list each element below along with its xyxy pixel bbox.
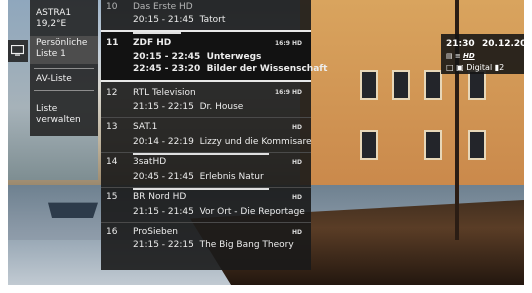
program-title: Erlebnis Natur [199, 172, 264, 182]
progress-bar [133, 188, 269, 190]
satellite-position: 19,2°E [36, 19, 67, 29]
next-program-time: 22:45 - 23:20 [133, 64, 201, 74]
channel-name: BR Nord HD [133, 192, 187, 202]
menu-item-favorites[interactable]: Persönliche Liste 1 [30, 36, 98, 64]
channel-row[interactable]: 14 3satHD HD 20:45 - 21:45 Erlebnis Natu… [101, 153, 311, 186]
channel-name: 3satHD [133, 157, 167, 167]
channel-row[interactable]: 16 ProSieben HD 21:15 - 22:15 The Big Ba… [101, 223, 311, 256]
channel-row[interactable]: 13 SAT.1 HD 20:14 - 22:19 Lizzy und die … [101, 118, 312, 151]
channel-number: 14 [106, 157, 118, 167]
channel-row[interactable]: 10 Das Erste HD 20:15 - 21:45 Tatort [101, 0, 311, 28]
menu-item-favorites-label: Persönliche Liste 1 [36, 38, 88, 59]
format-badges: HD [291, 229, 302, 236]
format-badges: 16:9 HD [274, 40, 302, 47]
menu-item-av-list[interactable]: AV-Liste [36, 74, 92, 85]
channel-name: ProSieben [133, 227, 178, 237]
dolby-icon: ▣ [456, 63, 464, 72]
program-title: Unterwegs [206, 52, 262, 62]
satellite-name: ASTRA1 [36, 8, 72, 18]
channel-name: ZDF HD [133, 38, 172, 48]
audio-row: □ ▣ Digital ▮2 [446, 63, 504, 72]
channel-number: 10 [106, 2, 118, 12]
format-badges: 16:9 HD [274, 89, 302, 96]
program-time: 21:15 - 22:15 [133, 102, 194, 112]
progress-bar [133, 32, 181, 34]
format-badges: HD [291, 159, 302, 166]
tv-icon [8, 40, 28, 62]
clock-time: 21:30 [446, 39, 475, 49]
channel-number: 11 [106, 38, 119, 48]
epg-list-icon: ≡ [454, 52, 461, 60]
channel-row[interactable]: 12 RTL Television 16:9 HD 21:15 - 22:15 … [101, 84, 311, 116]
channel-number: 15 [106, 192, 118, 202]
subtitle-icon: □ [446, 63, 454, 72]
teletext-icon: ▤ [446, 52, 453, 60]
program-time: 20:15 - 22:45 [133, 52, 201, 62]
background-building [300, 0, 532, 200]
format-badges: HD [291, 194, 302, 201]
next-program-title: Bilder der Wissenschaft [206, 64, 328, 74]
channel-number: 16 [106, 227, 118, 237]
program-time: 20:45 - 21:45 [133, 172, 194, 182]
channel-name: SAT.1 [133, 122, 158, 132]
program-title: Dr. House [199, 102, 244, 112]
program-time: 20:14 - 22:19 [133, 137, 194, 147]
channel-list: 10 Das Erste HD 20:15 - 21:45 Tatort 11 … [101, 0, 328, 270]
program-time: 20:15 - 21:45 [133, 15, 194, 25]
hd-plus-icon: HD [462, 52, 475, 60]
menu-divider [34, 90, 94, 91]
program-time: 21:15 - 21:45 [133, 207, 194, 217]
program-title: Lizzy und die Kommisare [199, 137, 312, 147]
progress-bar [133, 153, 269, 155]
program-title: Tatort [199, 15, 226, 25]
tv-screen: ASTRA1 19,2°E Persönliche Liste 1 AV-Lis… [0, 0, 532, 293]
format-badges: HD [291, 124, 302, 131]
list-menu-panel: ASTRA1 19,2°E Persönliche Liste 1 AV-Lis… [30, 0, 98, 136]
program-title: Vor Ort - Die Reportage [199, 207, 305, 217]
audio-format: Digital [466, 63, 493, 72]
info-icons-row: ▤ ≡ HD [446, 52, 475, 60]
info-panel: 21:30 20.12.2014 ▤ ≡ HD □ ▣ Digital ▮2 [441, 34, 532, 74]
channel-number: 13 [106, 122, 118, 132]
program-time: 21:15 - 22:15 [133, 240, 194, 250]
audio-channel: 2 [499, 63, 505, 72]
channel-name: RTL Television [133, 88, 196, 98]
program-title: The Big Bang Theory [199, 240, 294, 250]
channel-row[interactable]: 15 BR Nord HD HD 21:15 - 21:45 Vor Ort -… [101, 188, 311, 221]
channel-number: 12 [106, 88, 118, 98]
menu-item-manage-list[interactable]: Liste verwalten [36, 104, 92, 126]
channel-row-selected[interactable]: 11 ZDF HD 16:9 HD 20:15 - 22:45 Unterweg… [101, 30, 328, 82]
channel-name: Das Erste HD [133, 2, 193, 12]
clock-date: 20.12.2014 [482, 39, 532, 49]
menu-divider [34, 68, 94, 69]
